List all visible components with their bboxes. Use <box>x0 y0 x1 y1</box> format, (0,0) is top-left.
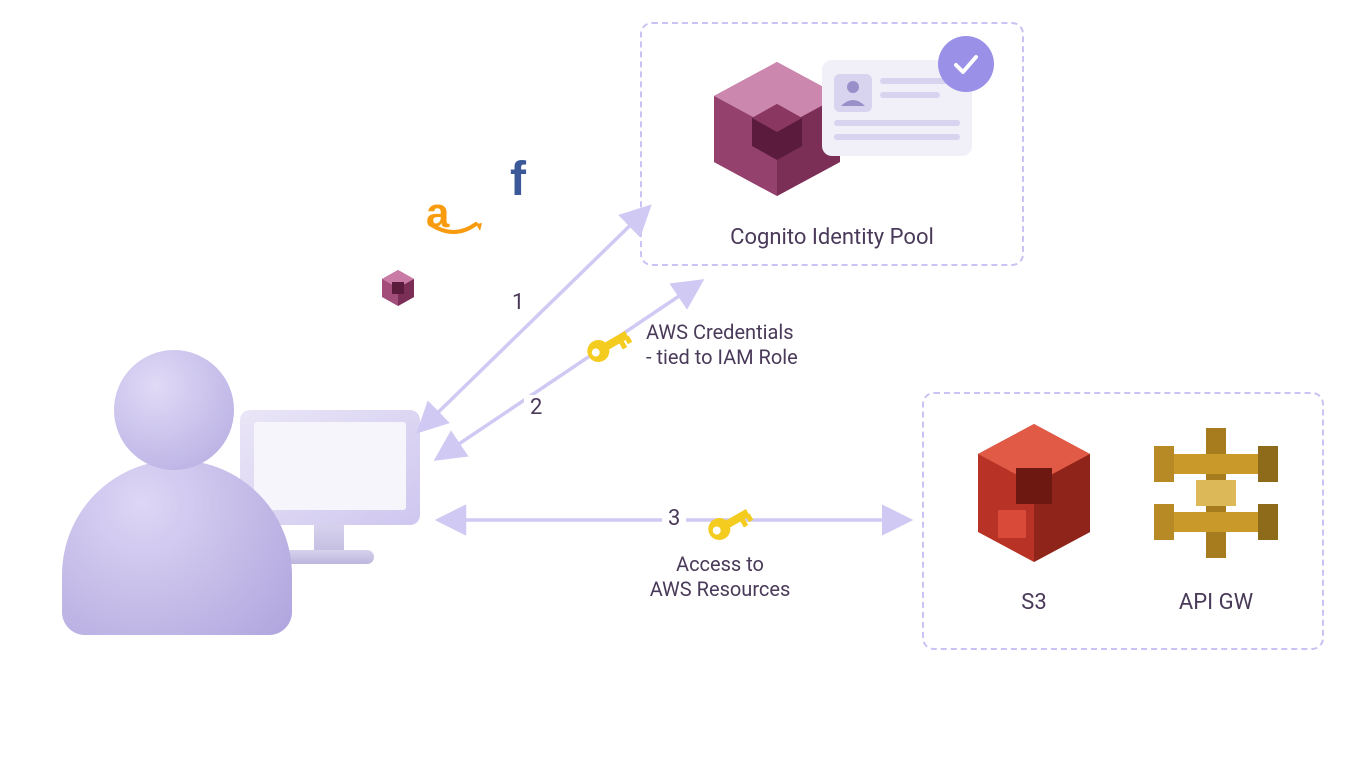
step-3-number: 3 <box>662 506 686 531</box>
step-2-label: AWS Credentials - tied to IAM Role <box>646 320 866 370</box>
step-2-label-line1: AWS Credentials <box>646 320 794 344</box>
arrows-layer <box>0 0 1366 768</box>
step-3-label: Access to AWS Resources <box>610 552 830 602</box>
key-icon <box>581 320 631 370</box>
step-2-number: 2 <box>524 395 548 420</box>
step-1-number: 1 <box>506 290 530 315</box>
key-icon-2 <box>702 498 752 548</box>
step-3-label-line2: AWS Resources <box>650 577 791 601</box>
step-3-label-line1: Access to <box>676 552 764 576</box>
diagram-canvas: a f <box>0 0 1366 768</box>
step-2-label-line2: - tied to IAM Role <box>646 345 798 369</box>
